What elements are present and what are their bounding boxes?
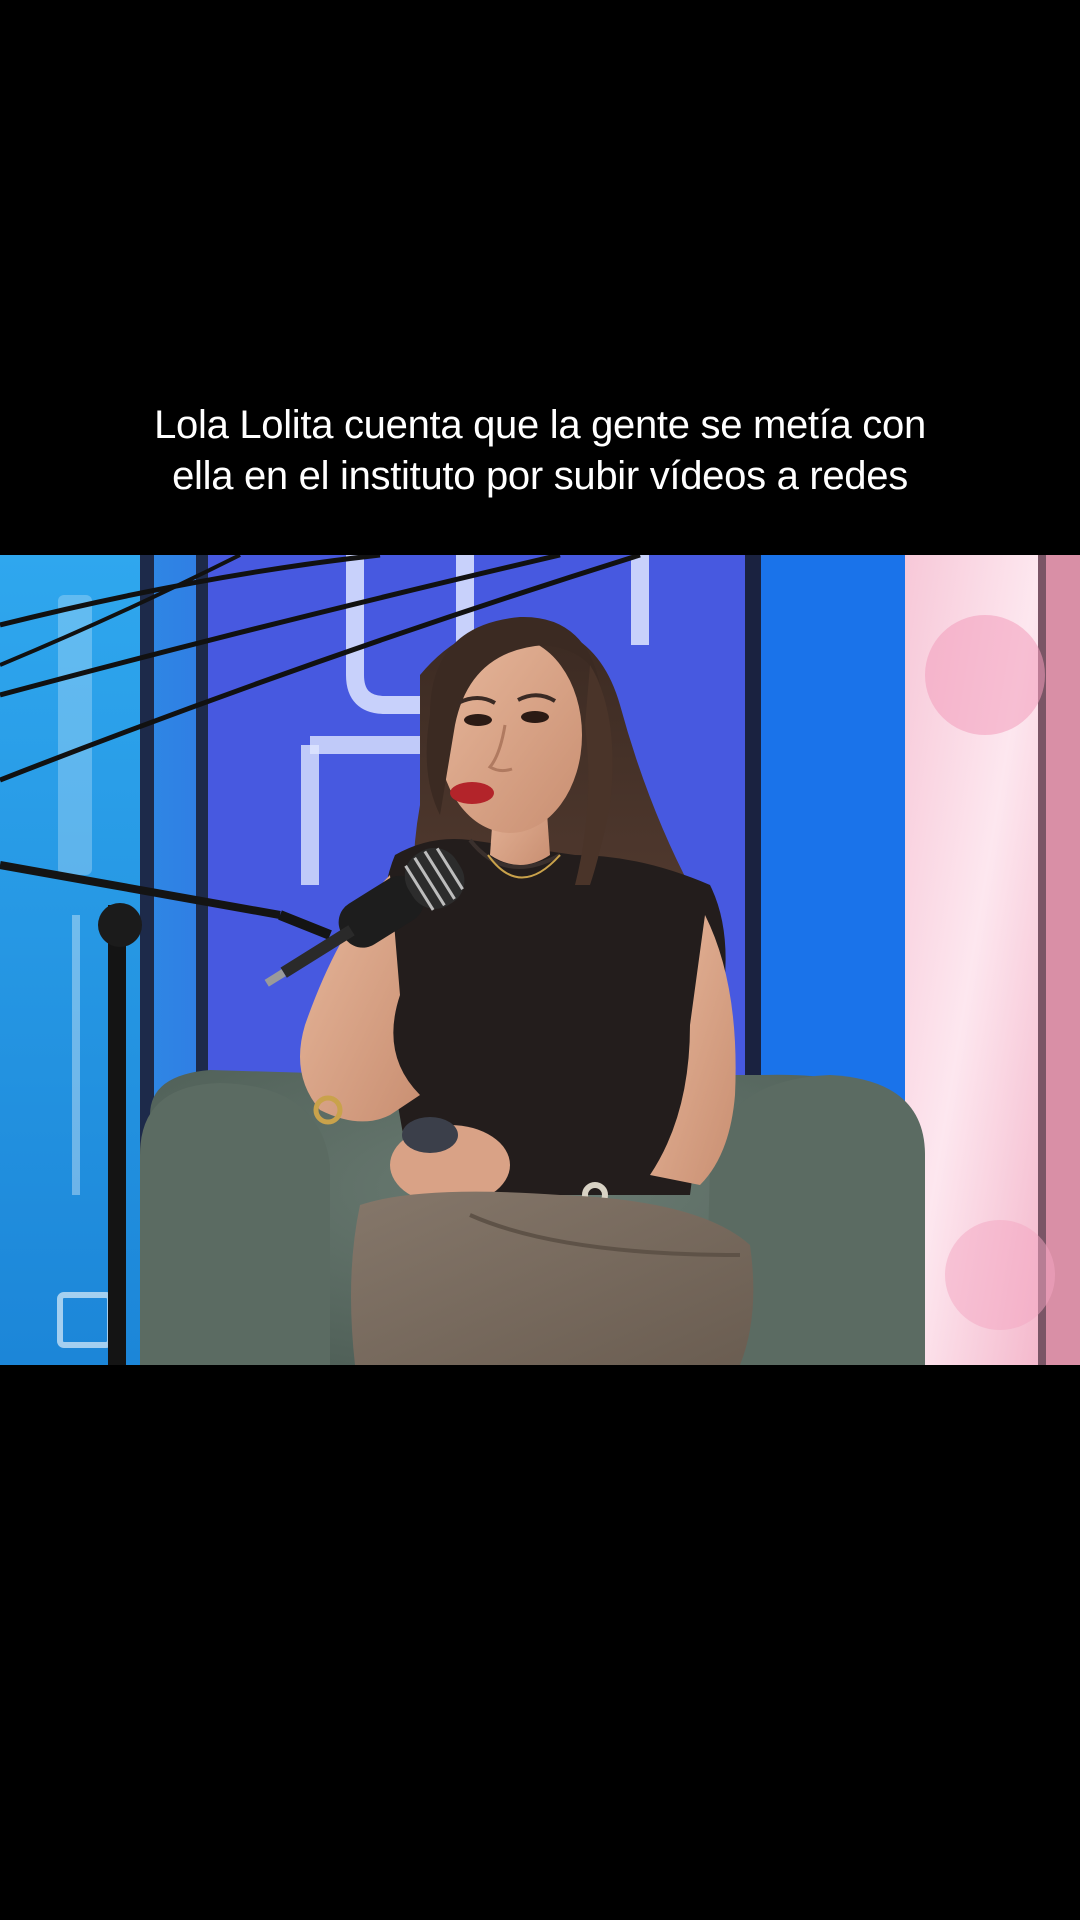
caption-overlay: Lola Lolita cuenta que la gente se metía… <box>60 400 1020 502</box>
caption-line-2: ella en el instituto por subir vídeos a … <box>172 454 908 498</box>
video-frame[interactable] <box>0 555 1080 1365</box>
caption-line-1: Lola Lolita cuenta que la gente se metía… <box>154 403 926 447</box>
interview-scene-illustration <box>0 555 1080 1365</box>
video-viewport[interactable]: Lola Lolita cuenta que la gente se metía… <box>0 0 1080 1920</box>
